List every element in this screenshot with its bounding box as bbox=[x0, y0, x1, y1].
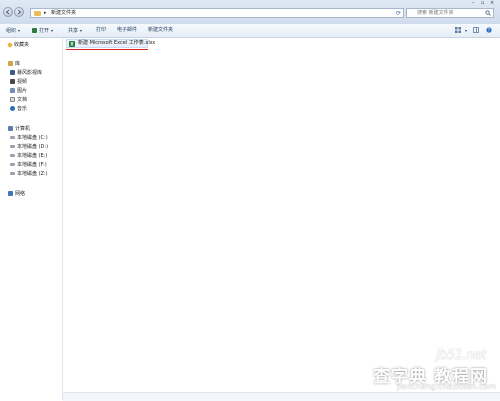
nav-drive-label: 本地磁盘 (Z:) bbox=[17, 171, 48, 177]
view-options-icon[interactable] bbox=[455, 27, 461, 33]
nav-favorites[interactable]: 收藏夹 bbox=[7, 41, 30, 49]
nav-computer-label: 计算机 bbox=[15, 126, 31, 132]
new-folder-button[interactable]: 新建文件夹 bbox=[148, 24, 173, 37]
drive-icon bbox=[10, 145, 15, 148]
breadcrumb-separator[interactable]: ▸ bbox=[44, 9, 47, 18]
nav-lib-label: 暴风影视库 bbox=[17, 70, 43, 76]
back-button[interactable] bbox=[3, 7, 13, 17]
nav-lib-label: 图片 bbox=[17, 88, 28, 94]
nav-drive[interactable]: 本地磁盘 (E:) bbox=[10, 152, 47, 160]
breadcrumb-current[interactable]: 新建文件夹 bbox=[51, 9, 76, 18]
nav-libraries-label: 库 bbox=[15, 61, 21, 67]
navigation-pane: 收藏夹 库 暴风影视库 视频 图片 文档 音乐 计算机 本地磁盘 (C:) 本地… bbox=[0, 38, 63, 400]
file-item[interactable]: X 新建 Microsoft Excel 工作表.xlsx bbox=[66, 39, 155, 48]
chevron-down-icon: ▾ bbox=[465, 28, 468, 33]
nav-drive-label: 本地磁盘 (D:) bbox=[17, 144, 49, 150]
back-arrow-icon bbox=[5, 9, 10, 15]
forward-button[interactable] bbox=[14, 7, 24, 17]
open-label: 打开 bbox=[39, 28, 50, 34]
maximize-button[interactable]: ▫ bbox=[481, 0, 484, 6]
folder-icon bbox=[34, 11, 41, 16]
pictures-icon bbox=[10, 88, 15, 93]
file-name[interactable]: 新建 Microsoft Excel 工作表.xlsx bbox=[78, 40, 155, 47]
storm-video-icon bbox=[10, 70, 15, 75]
nav-network[interactable]: 网络 bbox=[8, 190, 25, 198]
documents-icon bbox=[10, 97, 15, 102]
chevron-down-icon: ▾ bbox=[18, 28, 21, 33]
search-placeholder: 搜索 新建文件夹 bbox=[417, 10, 454, 16]
refresh-icon[interactable]: ⟳ bbox=[396, 9, 401, 18]
watermark-sub: jiaocheng.chazidian.com bbox=[396, 382, 496, 391]
nav-lib-item[interactable]: 文档 bbox=[10, 96, 27, 104]
help-icon[interactable]: ? bbox=[486, 27, 492, 33]
preview-pane-icon[interactable] bbox=[473, 27, 479, 33]
excel-file-icon: X bbox=[69, 41, 75, 47]
nav-network-label: 网络 bbox=[15, 191, 26, 197]
organize-menu[interactable]: 组织 ▾ bbox=[6, 24, 20, 38]
view-options-chevron[interactable]: ▾ bbox=[463, 24, 467, 38]
nav-lib-label: 视频 bbox=[17, 79, 28, 85]
drive-icon bbox=[10, 154, 15, 157]
address-field[interactable]: ▸ 新建文件夹 ⟳ bbox=[30, 8, 404, 18]
print-button[interactable]: 打印 bbox=[96, 24, 106, 37]
nav-lib-item[interactable]: 音乐 bbox=[10, 105, 27, 113]
command-bar: 组织 ▾ 打开 ▾ 共享 ▾ 打印 电子邮件 新建文件夹 ▾ ? bbox=[0, 24, 500, 38]
watermark-site: jb51.net bbox=[436, 348, 486, 363]
close-button[interactable]: × bbox=[490, 0, 494, 6]
explorer-window: ▸ 新建文件夹 ⟳ 搜索 新建文件夹 – ▫ × 组织 ▾ 打开 ▾ 共享 ▾ 打印 … bbox=[0, 0, 500, 401]
nav-favorites-label: 收藏夹 bbox=[14, 42, 30, 48]
computer-icon bbox=[8, 126, 13, 131]
nav-lib-item[interactable]: 图片 bbox=[10, 87, 27, 95]
nav-lib-label: 音乐 bbox=[17, 106, 28, 112]
nav-computer[interactable]: 计算机 bbox=[8, 125, 30, 133]
open-button[interactable]: 打开 ▾ bbox=[32, 24, 53, 38]
nav-drive-label: 本地磁盘 (F:) bbox=[17, 162, 47, 168]
nav-drive[interactable]: 本地磁盘 (Z:) bbox=[10, 170, 48, 178]
network-icon bbox=[8, 191, 13, 196]
drive-icon bbox=[10, 172, 15, 175]
music-icon bbox=[10, 106, 15, 111]
watermark: jb51.net 查字典 教程网 jiaocheng.chazidian.com bbox=[356, 348, 496, 396]
video-icon bbox=[10, 79, 15, 84]
drive-icon bbox=[10, 163, 15, 166]
print-label: 打印 bbox=[96, 27, 107, 33]
excel-app-icon bbox=[32, 28, 37, 33]
email-label: 电子邮件 bbox=[117, 27, 138, 33]
nav-lib-item[interactable]: 暴风影视库 bbox=[10, 69, 42, 77]
nav-libraries[interactable]: 库 bbox=[8, 60, 20, 68]
organize-label: 组织 bbox=[6, 28, 17, 34]
chevron-down-icon: ▾ bbox=[80, 28, 83, 33]
nav-drive[interactable]: 本地磁盘 (D:) bbox=[10, 143, 48, 151]
minimize-button[interactable]: – bbox=[472, 0, 475, 6]
library-icon bbox=[8, 61, 13, 66]
chevron-down-icon: ▾ bbox=[51, 28, 54, 33]
address-bar-area: ▸ 新建文件夹 ⟳ 搜索 新建文件夹 – ▫ × bbox=[0, 0, 500, 25]
nav-drive[interactable]: 本地磁盘 (C:) bbox=[10, 134, 48, 142]
file-list-pane[interactable]: X 新建 Microsoft Excel 工作表.xlsx bbox=[63, 38, 500, 400]
share-label: 共享 bbox=[68, 28, 79, 34]
search-icon bbox=[485, 10, 491, 16]
drive-icon bbox=[10, 136, 15, 139]
new-folder-label: 新建文件夹 bbox=[148, 27, 174, 33]
nav-drive[interactable]: 本地磁盘 (F:) bbox=[10, 161, 47, 169]
share-menu[interactable]: 共享 ▾ bbox=[68, 24, 82, 38]
nav-drive-label: 本地磁盘 (C:) bbox=[17, 135, 48, 141]
nav-lib-label: 文档 bbox=[17, 97, 28, 103]
highlight-underline bbox=[66, 49, 148, 50]
email-button[interactable]: 电子邮件 bbox=[117, 24, 137, 37]
star-icon bbox=[7, 41, 13, 48]
nav-drive-label: 本地磁盘 (E:) bbox=[17, 153, 48, 159]
search-input[interactable]: 搜索 新建文件夹 bbox=[406, 8, 494, 18]
forward-arrow-icon bbox=[17, 9, 22, 15]
nav-lib-item[interactable]: 视频 bbox=[10, 78, 27, 86]
